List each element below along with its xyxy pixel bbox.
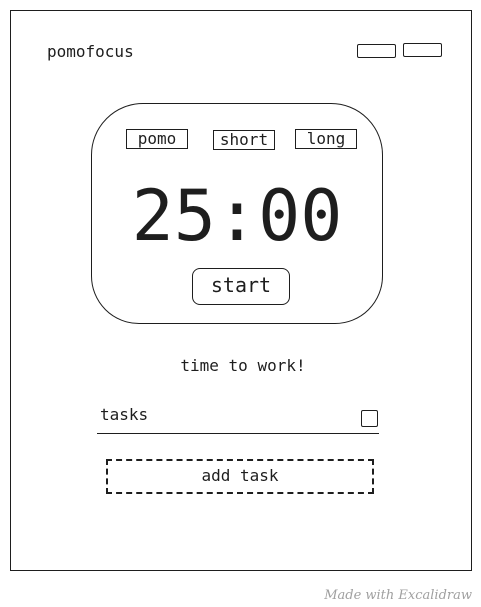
status-message: time to work! [180, 356, 306, 375]
tab-pomo[interactable]: pomo [126, 129, 188, 149]
tasks-divider [97, 433, 379, 434]
tasks-heading: tasks [100, 405, 149, 424]
add-task-button[interactable]: add task [106, 459, 374, 494]
app-title: pomofocus [47, 42, 134, 61]
tasks-menu-checkbox[interactable] [361, 410, 378, 427]
header-button-2[interactable] [403, 43, 442, 57]
tab-long[interactable]: long [295, 129, 357, 149]
excalidraw-watermark: Made with Excalidraw [324, 588, 472, 603]
tab-short[interactable]: short [213, 130, 275, 150]
timer-display: 25:00 [131, 175, 343, 257]
header-button-1[interactable] [357, 44, 396, 58]
start-button[interactable]: start [192, 268, 290, 305]
